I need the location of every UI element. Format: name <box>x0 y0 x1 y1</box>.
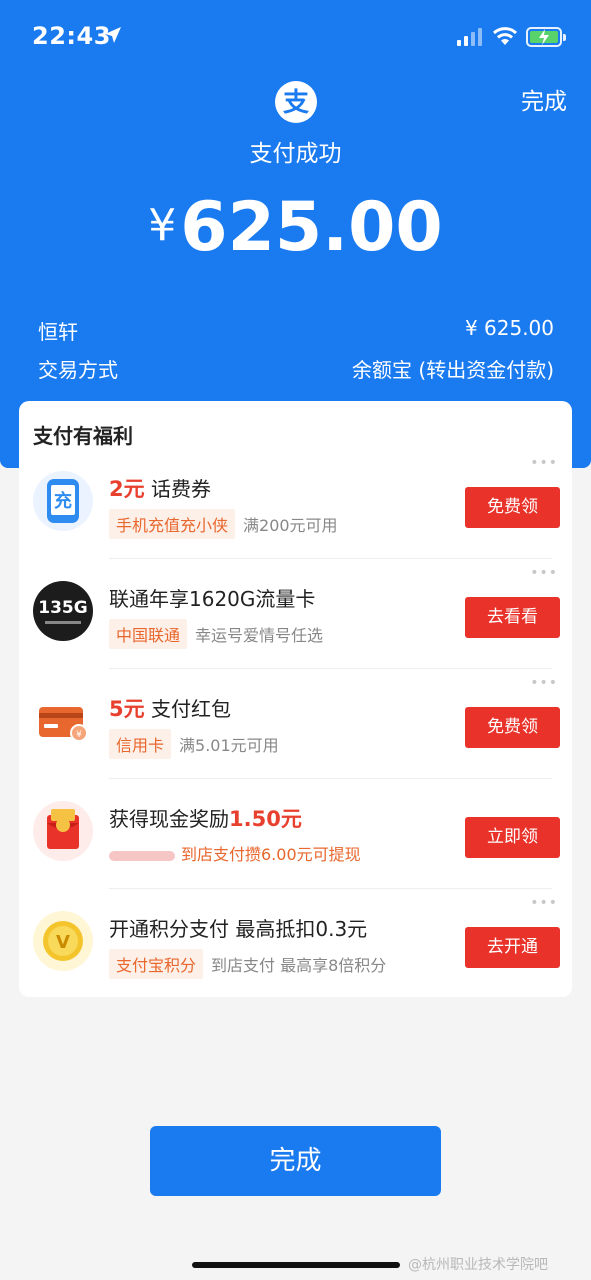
svg-text:¥: ¥ <box>76 730 82 740</box>
svg-text:充: 充 <box>54 490 72 512</box>
done-button[interactable]: 完成 <box>150 1126 441 1196</box>
benefit-subtitle: 信用卡 满5.01元可用 <box>109 729 279 759</box>
benefit-title: 获得现金奖励1.50元 <box>109 807 302 831</box>
svg-text:支: 支 <box>283 88 309 118</box>
payee-amount: ¥ 625.00 <box>464 316 554 340</box>
home-indicator[interactable] <box>192 1262 400 1268</box>
unicom-135g-icon: 135G <box>33 581 93 641</box>
payee-name: 恒轩 <box>38 320 78 344</box>
cellular-signal-icon <box>457 28 485 46</box>
red-envelope-icon <box>33 801 93 861</box>
claim-free-button[interactable]: 免费领 <box>465 707 560 748</box>
header-done-button[interactable]: 完成 <box>521 82 567 116</box>
benefits-card: 支付有福利 ••• 充 2元 话费券 手机充值充小侠 满200元可用 免费领 ••… <box>19 401 572 997</box>
status-bar: 22:43 <box>0 0 591 72</box>
status-time: 22:43 <box>32 22 111 50</box>
payment-method-value: 余额宝 (转出资金付款) <box>352 358 554 382</box>
battery-icon <box>526 27 566 47</box>
benefit-tag: 中国联通 <box>109 619 188 649</box>
more-dots-icon[interactable]: ••• <box>530 895 558 911</box>
payment-method-label: 交易方式 <box>38 358 118 382</box>
benefit-tag: 支付宝积分 <box>109 949 204 979</box>
benefit-title: 联通年享1620G流量卡 <box>109 587 316 611</box>
benefit-title: 2元 话费券 <box>109 477 211 501</box>
benefits-title: 支付有福利 <box>33 424 133 448</box>
svg-text:V: V <box>56 932 70 953</box>
benefit-tag: 信用卡 <box>109 729 172 759</box>
watermark-text: @杭州职业技术学院吧 <box>408 1257 548 1273</box>
benefit-item-unicom-card[interactable]: ••• 135G 联通年享1620G流量卡 中国联通 幸运号爱情号任选 去看看 <box>19 559 572 669</box>
points-medal-icon: V <box>33 911 93 971</box>
payment-success-title: 支付成功 <box>249 141 342 167</box>
payment-amount: ¥625.00 <box>0 188 591 267</box>
benefit-item-phone-voucher[interactable]: ••• 充 2元 话费券 手机充值充小侠 满200元可用 免费领 <box>19 449 572 559</box>
location-arrow-icon <box>105 27 121 43</box>
view-button[interactable]: 去看看 <box>465 597 560 638</box>
more-dots-icon[interactable]: ••• <box>530 675 558 691</box>
claim-free-button[interactable]: 免费领 <box>465 487 560 528</box>
benefit-title: 开通积分支付 最高抵扣0.3元 <box>109 917 368 941</box>
benefit-title: 5元 支付红包 <box>109 697 231 721</box>
benefit-subtitle: 到店支付攒6.00元可提现 <box>109 841 361 865</box>
currency-symbol: ¥ <box>148 200 177 251</box>
wifi-icon <box>492 27 518 45</box>
benefit-item-red-packet[interactable]: ••• ¥ 5元 支付红包 信用卡 满5.01元可用 免费领 <box>19 669 572 779</box>
benefit-item-points-pay[interactable]: ••• V 开通积分支付 最高抵扣0.3元 支付宝积分 到店支付 最高享8倍积分 … <box>19 889 572 999</box>
more-dots-icon[interactable]: ••• <box>530 565 558 581</box>
benefit-subtitle: 中国联通 幸运号爱情号任选 <box>109 619 323 649</box>
blurred-text <box>109 850 175 861</box>
credit-card-icon: ¥ <box>33 691 93 751</box>
svg-text:135G: 135G <box>38 598 87 618</box>
phone-recharge-icon: 充 <box>33 471 93 531</box>
amount-value: 625.00 <box>180 188 443 267</box>
benefit-tag: 手机充值充小侠 <box>109 509 236 539</box>
claim-now-button[interactable]: 立即领 <box>465 817 560 858</box>
benefit-subtitle: 手机充值充小侠 满200元可用 <box>109 509 338 539</box>
benefit-subtitle: 支付宝积分 到店支付 最高享8倍积分 <box>109 949 386 979</box>
more-dots-icon[interactable]: ••• <box>530 455 558 471</box>
activate-button[interactable]: 去开通 <box>465 927 560 968</box>
benefit-item-cash-reward[interactable]: 获得现金奖励1.50元 到店支付攒6.00元可提现 立即领 <box>19 779 572 889</box>
alipay-logo-icon: 支 <box>275 81 317 123</box>
